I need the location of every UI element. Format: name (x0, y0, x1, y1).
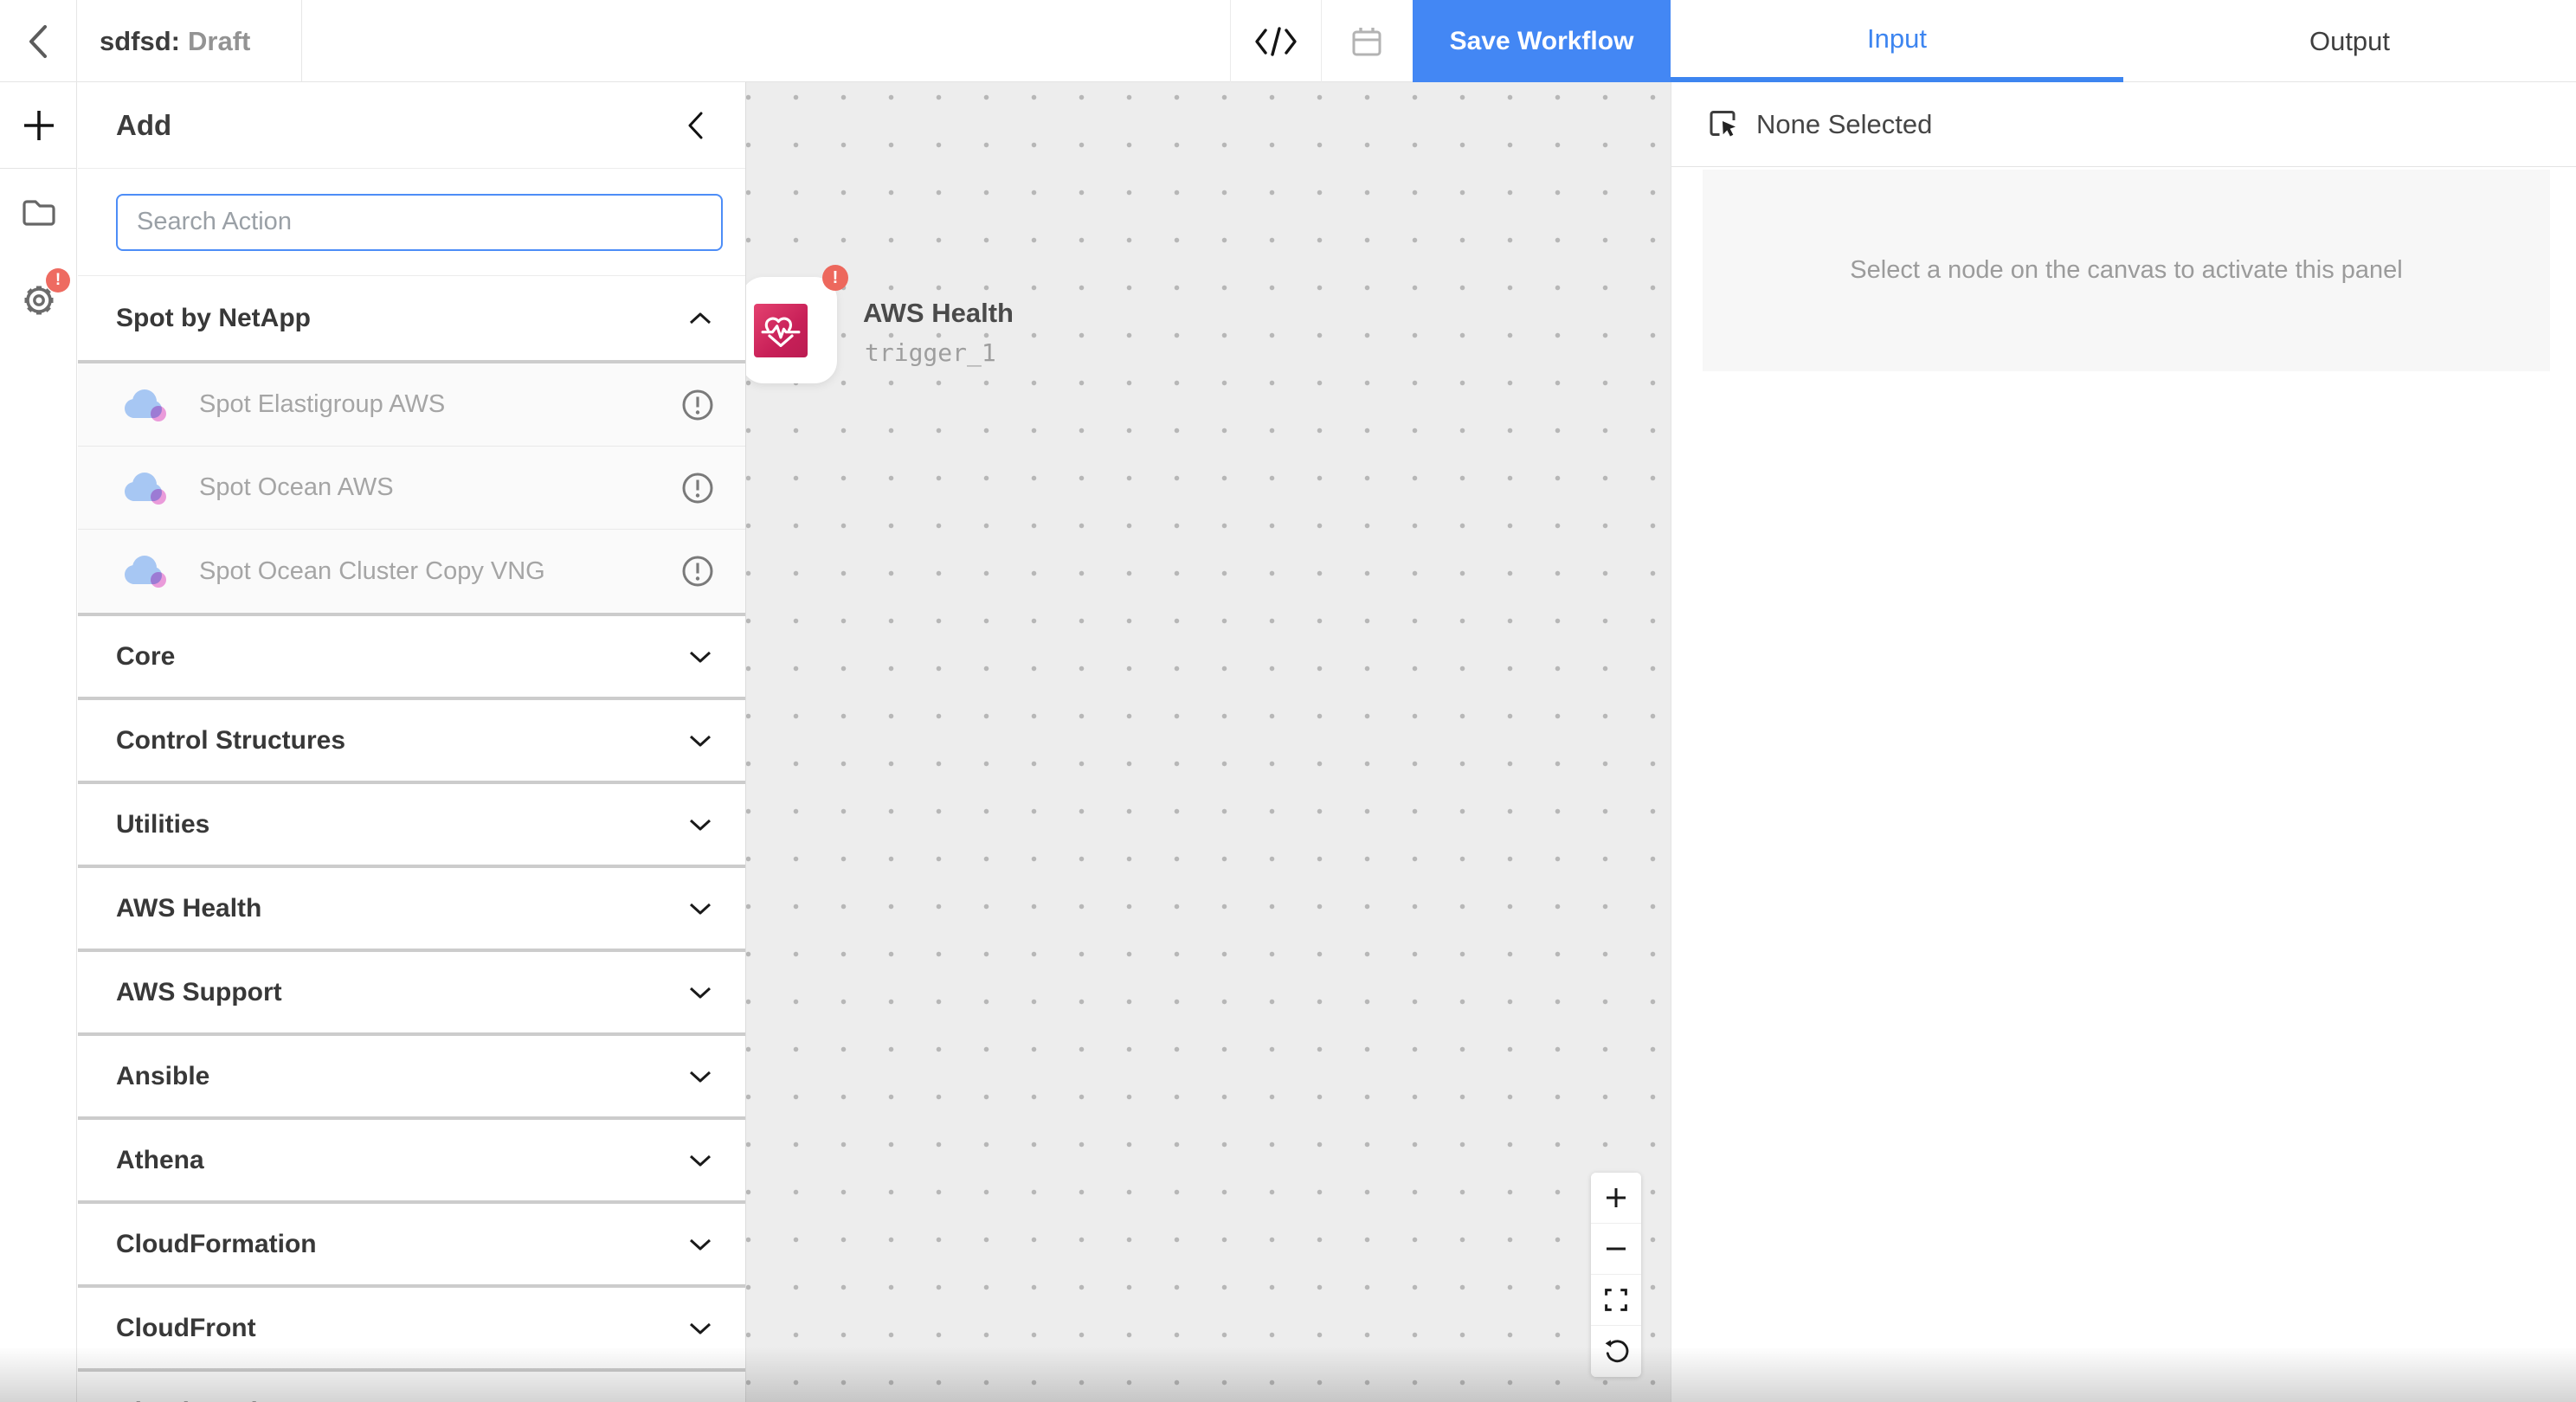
cloud-icon (121, 553, 170, 589)
chevron-up-icon (688, 312, 712, 325)
zoom-in-button[interactable] (1591, 1173, 1641, 1224)
node-aws-health[interactable]: ! (746, 277, 837, 383)
aws-health-heart-pulse-icon (754, 304, 808, 357)
section-core[interactable]: Core (78, 613, 745, 697)
warning-circle-icon[interactable] (681, 555, 714, 588)
tab-input[interactable]: Input (1671, 0, 2123, 82)
code-view-button[interactable] (1230, 0, 1321, 82)
chevron-down-icon (688, 902, 712, 916)
chevron-down-icon (688, 1322, 712, 1335)
add-panel: Add Spot by NetApp Spot Elastigroup (78, 82, 746, 1402)
section-aws-support[interactable]: AWS Support (78, 949, 745, 1032)
section-cloudwatch[interactable]: CloudWatch (78, 1368, 745, 1402)
chevron-down-icon (688, 1238, 712, 1251)
fit-view-button[interactable] (1591, 1275, 1641, 1326)
chevron-down-icon (688, 1070, 712, 1084)
cloud-icon (121, 387, 170, 423)
back-button[interactable] (0, 0, 77, 82)
plus-icon (1605, 1187, 1627, 1209)
workflow-canvas[interactable]: ! AWS Health trigger_1 (746, 82, 1671, 1402)
selection-status-row: None Selected (1671, 82, 2576, 167)
section-cloudfront[interactable]: CloudFront (78, 1284, 745, 1368)
section-athena[interactable]: Athena (78, 1116, 745, 1200)
node-error-badge: ! (822, 265, 848, 291)
workflow-name: sdfsd: (100, 26, 180, 57)
list-item-spot-ocean-aws[interactable]: Spot Ocean AWS (78, 447, 745, 530)
list-item-spot-ocean-cluster-copy-vng[interactable]: Spot Ocean Cluster Copy VNG (78, 530, 745, 613)
minus-icon (1605, 1238, 1627, 1260)
left-rail: ! (0, 82, 77, 1402)
warning-circle-icon[interactable] (681, 389, 714, 421)
schedule-button[interactable] (1321, 0, 1413, 82)
section-aws-health[interactable]: AWS Health (78, 865, 745, 949)
selection-status-text: None Selected (1756, 109, 1932, 140)
settings-alert-badge: ! (46, 268, 70, 293)
section-ansible[interactable]: Ansible (78, 1032, 745, 1116)
chevron-down-icon (688, 818, 712, 832)
node-id: trigger_1 (865, 338, 996, 367)
add-panel-title: Add (116, 109, 171, 142)
workflow-status: Draft (188, 26, 250, 57)
spot-items-list: Spot Elastigroup AWS Spot Oc (78, 360, 745, 613)
section-spot-by-netapp[interactable]: Spot by NetApp (78, 276, 745, 360)
chevron-down-icon (688, 650, 712, 664)
fullscreen-icon (1604, 1288, 1628, 1312)
inspector-panel: None Selected Select a node on the canva… (1671, 82, 2576, 1402)
section-cloudformation[interactable]: CloudFormation (78, 1200, 745, 1284)
chevron-down-icon (688, 734, 712, 748)
inspector-empty-state: Select a node on the canvas to activate … (1703, 170, 2550, 371)
canvas-controls (1591, 1173, 1641, 1377)
section-control-structures[interactable]: Control Structures (78, 697, 745, 781)
chevron-down-icon (688, 1154, 712, 1167)
breadcrumb: sdfsd: Draft (77, 0, 302, 82)
workflows-folder-button[interactable] (0, 169, 77, 255)
section-utilities[interactable]: Utilities (78, 781, 745, 865)
list-item-spot-elastigroup-aws[interactable]: Spot Elastigroup AWS (78, 363, 745, 447)
zoom-out-button[interactable] (1591, 1224, 1641, 1275)
tab-output[interactable]: Output (2123, 0, 2576, 82)
reset-view-button[interactable] (1591, 1326, 1641, 1377)
code-icon (1253, 26, 1298, 57)
collapse-panel-button[interactable] (686, 111, 704, 140)
node-title: AWS Health (863, 298, 1014, 329)
settings-button[interactable]: ! (0, 255, 77, 342)
add-panel-header: Add (78, 82, 745, 169)
top-bar: sdfsd: Draft Save Workflow Input Output (0, 0, 2576, 82)
chevron-down-icon (688, 986, 712, 1000)
calendar-icon (1350, 25, 1383, 58)
plus-icon (22, 108, 56, 143)
warning-circle-icon[interactable] (681, 472, 714, 505)
cursor-select-icon (1708, 109, 1739, 140)
chevron-left-icon (28, 23, 48, 60)
folder-icon (21, 196, 57, 228)
new-workflow-button[interactable] (0, 82, 77, 169)
search-input[interactable] (116, 194, 723, 251)
inspector-tabs: Input Output (1671, 0, 2576, 82)
inspector-empty-message: Select a node on the canvas to activate … (1850, 256, 2402, 285)
save-workflow-button[interactable]: Save Workflow (1413, 0, 1671, 82)
search-row (78, 169, 745, 276)
refresh-icon (1603, 1339, 1629, 1365)
cloud-icon (121, 470, 170, 506)
